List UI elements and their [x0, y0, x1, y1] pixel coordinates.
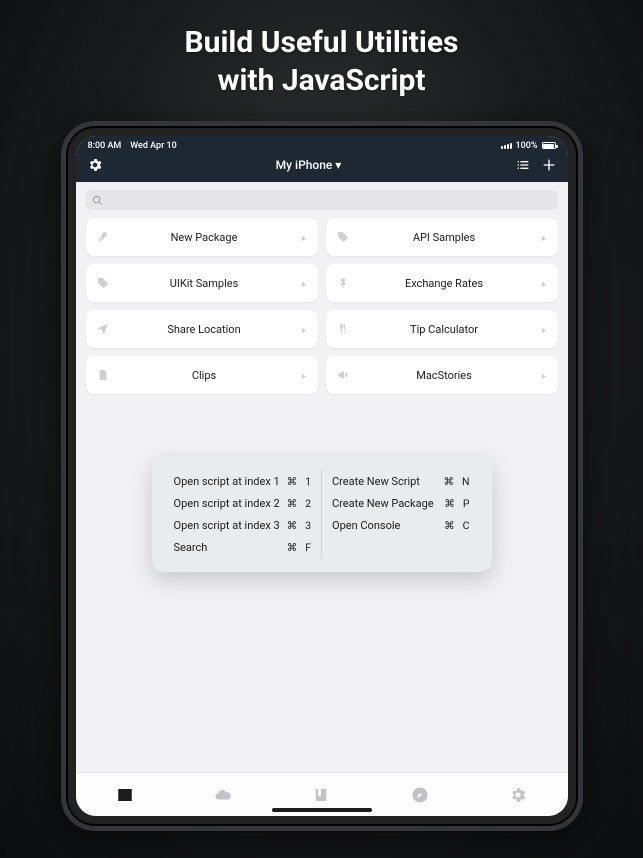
- shortcut-keys: ⌘2: [287, 497, 311, 510]
- keyboard-shortcuts-hud: Open script at index 1⌘1Open script at i…: [152, 456, 492, 572]
- play-icon: [299, 366, 308, 385]
- bookmark-icon: [312, 786, 330, 804]
- add-button[interactable]: [540, 156, 558, 174]
- wifi-icon: [501, 143, 512, 149]
- shortcut-row: Create New Package ⌘P: [332, 492, 470, 514]
- shortcut-keys: ⌘1: [287, 475, 311, 488]
- plus-icon: [541, 157, 557, 173]
- card-api-samples[interactable]: API Samples: [326, 218, 558, 256]
- shortcut-row: Open script at index 2 ⌘2: [174, 492, 312, 514]
- list-icon: [515, 157, 531, 173]
- shortcut-row: Open script at index 1 ⌘1: [174, 470, 312, 492]
- play-icon: [539, 366, 548, 385]
- fork-icon: [336, 323, 350, 335]
- card-clips[interactable]: Clips: [86, 356, 318, 394]
- doc-icon: [96, 369, 110, 381]
- speaker-icon: [336, 369, 350, 381]
- card-label: Exchange Rates: [350, 277, 539, 290]
- headline-line-2: with JavaScript: [185, 62, 459, 100]
- tab-settings[interactable]: [507, 784, 529, 806]
- card-label: API Samples: [350, 231, 539, 244]
- card-new-package[interactable]: New Package: [86, 218, 318, 256]
- card-label: UIKit Samples: [110, 277, 299, 290]
- card-label: Clips: [110, 369, 299, 382]
- shortcut-keys: ⌘P: [444, 497, 469, 510]
- card-macstories[interactable]: MacStories: [326, 356, 558, 394]
- tag-icon: [96, 277, 110, 289]
- ipad-frame: 8:00 AM Wed Apr 10 100% My iPhone ▾: [61, 121, 583, 831]
- location-icon: [96, 323, 110, 335]
- gear-icon: [509, 786, 527, 804]
- shortcut-label: Create New Package: [332, 497, 434, 510]
- search-icon: [92, 195, 103, 206]
- tag-icon: [336, 231, 350, 243]
- marketing-headline: Build Useful Utilities with JavaScript: [185, 24, 459, 99]
- play-icon: [539, 274, 548, 293]
- tab-bar: [76, 772, 568, 816]
- settings-button[interactable]: [86, 156, 104, 174]
- tab-bookmark[interactable]: [310, 784, 332, 806]
- nav-bar: My iPhone ▾: [76, 152, 568, 182]
- status-left: 8:00 AM Wed Apr 10: [88, 141, 177, 151]
- card-label: New Package: [110, 231, 299, 244]
- card-exchange-rates[interactable]: Exchange Rates: [326, 264, 558, 302]
- home-indicator: [272, 808, 372, 812]
- shortcut-keys: ⌘C: [444, 519, 469, 532]
- search-input[interactable]: [86, 190, 558, 210]
- shortcut-keys: ⌘N: [444, 475, 470, 488]
- tab-cloud[interactable]: [212, 784, 234, 806]
- compass-icon: [411, 786, 429, 804]
- card-share-location[interactable]: Share Location: [86, 310, 318, 348]
- ipad-screen: 8:00 AM Wed Apr 10 100% My iPhone ▾: [76, 136, 568, 816]
- list-view-button[interactable]: [514, 156, 532, 174]
- status-bar: 8:00 AM Wed Apr 10 100%: [76, 136, 568, 152]
- status-right: 100%: [501, 141, 556, 151]
- play-icon: [299, 320, 308, 339]
- shortcuts-col-right: Create New Script ⌘N Create New Package ⌘P O…: [322, 470, 480, 558]
- battery-icon: [542, 142, 556, 149]
- play-icon: [299, 274, 308, 293]
- shortcut-label: Create New Script: [332, 475, 420, 488]
- dollar-icon: [336, 277, 350, 289]
- scripts-grid: New Package API Samples UIKit Samples Excha…: [76, 216, 568, 394]
- status-time: 8:00 AM: [88, 141, 122, 151]
- battery-percent: 100%: [516, 141, 538, 151]
- gear-icon: [87, 157, 103, 173]
- shortcut-row: Open script at index 3 ⌘3: [174, 514, 312, 536]
- card-label: MacStories: [350, 369, 539, 382]
- shortcut-label: Open script at index 3: [174, 519, 280, 532]
- headline-line-1: Build Useful Utilities: [185, 24, 459, 62]
- play-icon: [539, 320, 548, 339]
- card-label: Share Location: [110, 323, 299, 336]
- console-icon: [116, 786, 134, 804]
- shortcut-label: Open Console: [332, 519, 400, 532]
- page-title[interactable]: My iPhone ▾: [276, 158, 342, 172]
- tab-compass[interactable]: [409, 784, 431, 806]
- shortcut-keys: ⌘F: [287, 541, 311, 554]
- shortcut-row: Search ⌘F: [174, 536, 312, 558]
- shortcut-row: Open Console ⌘C: [332, 514, 470, 536]
- card-uikit-samples[interactable]: UIKit Samples: [86, 264, 318, 302]
- shortcut-label: Open script at index 1: [174, 475, 280, 488]
- rocket-icon: [96, 231, 110, 243]
- shortcut-row: Create New Script ⌘N: [332, 470, 470, 492]
- play-icon: [539, 228, 548, 247]
- tab-console[interactable]: [114, 784, 136, 806]
- shortcuts-col-left: Open script at index 1⌘1Open script at i…: [164, 470, 323, 558]
- card-label: Tip Calculator: [350, 323, 539, 336]
- cloud-icon: [214, 786, 232, 804]
- shortcut-keys: ⌘3: [287, 519, 311, 532]
- card-tip-calculator[interactable]: Tip Calculator: [326, 310, 558, 348]
- play-icon: [299, 228, 308, 247]
- status-date: Wed Apr 10: [130, 141, 177, 151]
- shortcut-label: Search: [174, 541, 208, 554]
- shortcut-label: Open script at index 2: [174, 497, 280, 510]
